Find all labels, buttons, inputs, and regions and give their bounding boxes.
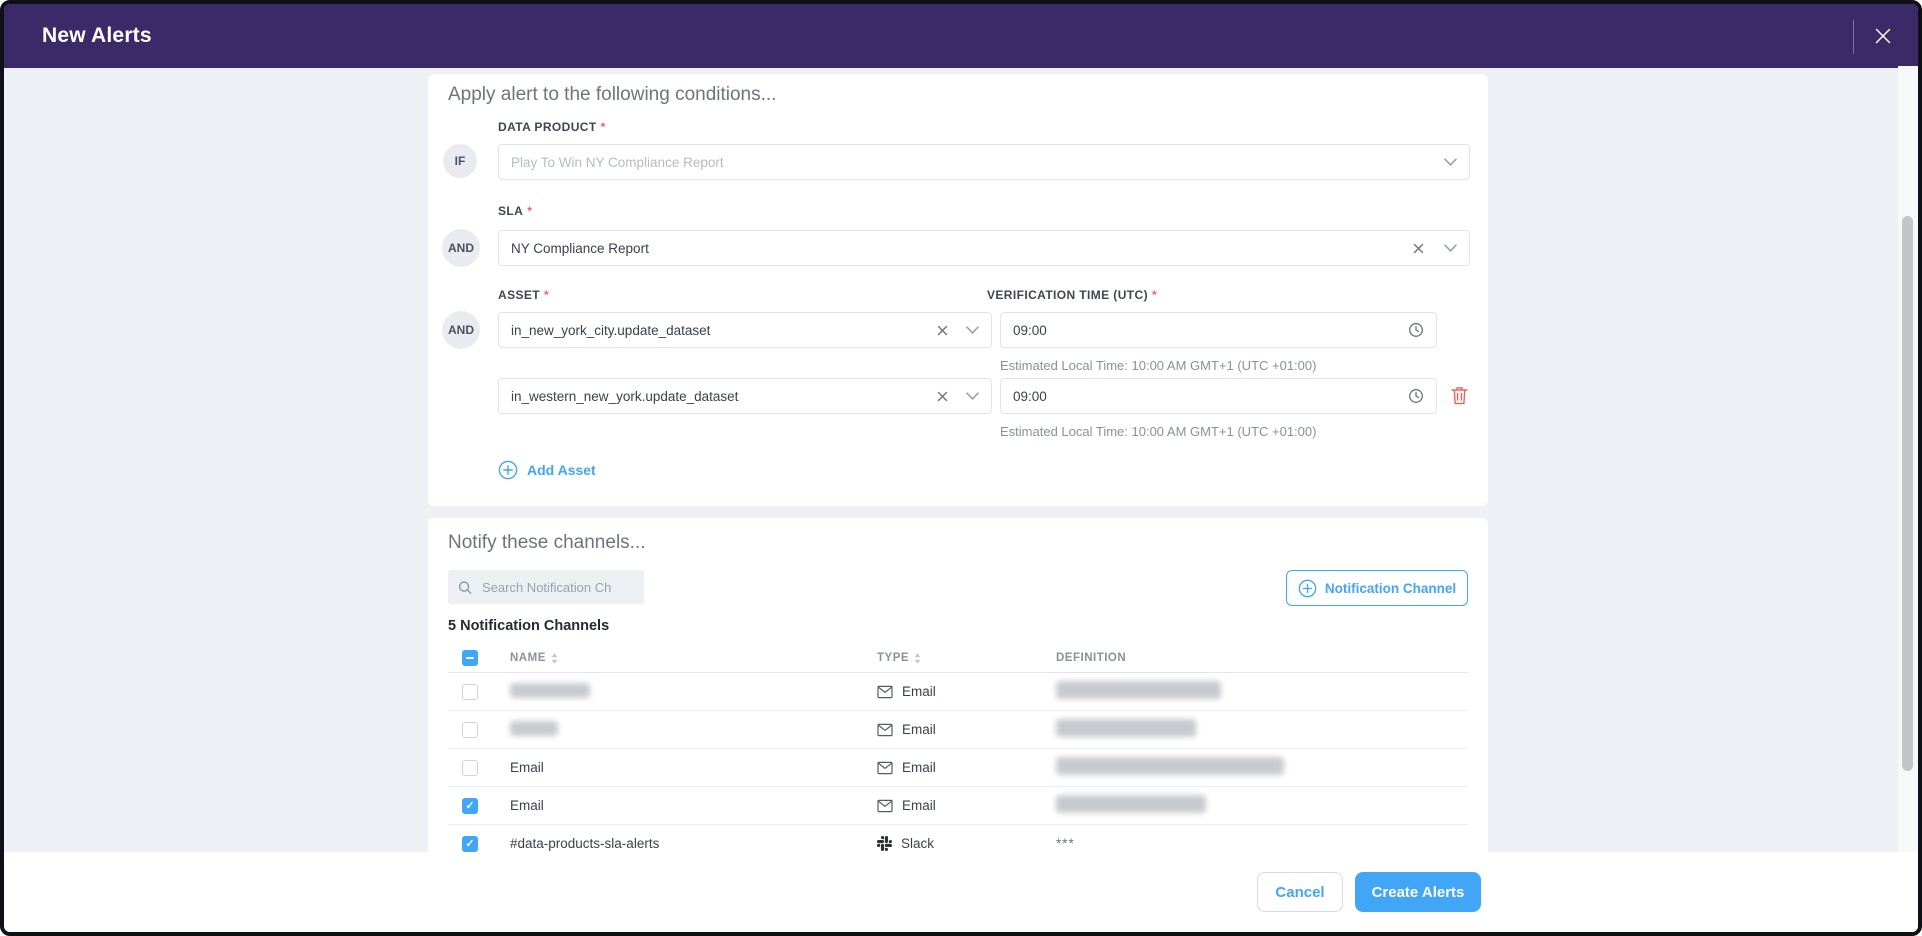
verification-time-label: VERIFICATION TIME (UTC)* bbox=[987, 288, 1157, 302]
column-header-definition: DEFINITION bbox=[1056, 652, 1468, 664]
and-connector-badge: AND bbox=[442, 311, 480, 349]
required-asterisk: * bbox=[601, 120, 606, 134]
create-alerts-button[interactable]: Create Alerts bbox=[1355, 872, 1481, 912]
new-alerts-modal: New Alerts Apply alert to the following … bbox=[0, 0, 1922, 936]
verification-time-input[interactable]: 09:00 bbox=[1000, 312, 1437, 348]
asset-label: ASSET* bbox=[498, 288, 549, 302]
sla-value: NY Compliance Report bbox=[511, 241, 1399, 256]
redacted-definition bbox=[1056, 681, 1221, 699]
and-connector-badge: AND bbox=[442, 229, 480, 267]
cancel-button[interactable]: Cancel bbox=[1257, 872, 1343, 912]
clear-icon[interactable] bbox=[937, 325, 948, 336]
search-input[interactable] bbox=[480, 579, 634, 596]
channels-table: NAME TYPE DEFINITION bbox=[448, 644, 1468, 863]
conditions-card: Apply alert to the following conditions.… bbox=[428, 74, 1488, 506]
sort-icon bbox=[551, 653, 558, 664]
required-asterisk: * bbox=[527, 204, 532, 218]
data-product-label: DATA PRODUCT* bbox=[498, 120, 606, 134]
asset-value: in_new_york_city.update_dataset bbox=[511, 323, 923, 338]
delete-asset-button[interactable] bbox=[1450, 385, 1469, 409]
search-icon bbox=[458, 580, 472, 595]
table-row[interactable]: Email bbox=[448, 673, 1468, 711]
plus-circle-icon bbox=[498, 460, 518, 480]
if-connector-badge: IF bbox=[443, 144, 477, 178]
clock-icon[interactable] bbox=[1408, 388, 1424, 404]
table-row[interactable]: Email bbox=[448, 711, 1468, 749]
redacted-name bbox=[510, 721, 558, 736]
chevron-down-icon[interactable] bbox=[966, 326, 979, 334]
add-asset-label: Add Asset bbox=[527, 462, 596, 478]
asset-select[interactable]: in_western_new_york.update_dataset bbox=[498, 378, 992, 414]
table-row[interactable]: Email Email bbox=[448, 787, 1468, 825]
table-header-row: NAME TYPE DEFINITION bbox=[448, 644, 1468, 673]
asset-value: in_western_new_york.update_dataset bbox=[511, 389, 923, 404]
modal-header: New Alerts bbox=[4, 4, 1918, 68]
select-all-checkbox[interactable] bbox=[462, 650, 478, 666]
row-checkbox[interactable] bbox=[462, 684, 478, 700]
email-icon bbox=[877, 723, 893, 737]
close-button[interactable] bbox=[1866, 19, 1900, 53]
redacted-definition bbox=[1056, 757, 1284, 775]
time-value: 09:00 bbox=[1013, 389, 1394, 404]
add-asset-button[interactable]: Add Asset bbox=[498, 460, 596, 480]
column-header-name[interactable]: NAME bbox=[510, 652, 877, 664]
clear-icon[interactable] bbox=[937, 391, 948, 402]
column-header-type[interactable]: TYPE bbox=[877, 652, 1056, 664]
required-asterisk: * bbox=[544, 288, 549, 302]
chevron-down-icon[interactable] bbox=[1444, 158, 1457, 166]
chevron-down-icon[interactable] bbox=[966, 392, 979, 400]
verification-time-input[interactable]: 09:00 bbox=[1000, 378, 1437, 414]
required-asterisk: * bbox=[1152, 288, 1157, 302]
header-divider bbox=[1853, 20, 1854, 54]
data-product-select[interactable]: Play To Win NY Compliance Report bbox=[498, 144, 1470, 180]
clock-icon[interactable] bbox=[1408, 322, 1424, 338]
time-value: 09:00 bbox=[1013, 323, 1394, 338]
conditions-section-title: Apply alert to the following conditions.… bbox=[448, 84, 776, 106]
sla-label: SLA* bbox=[498, 204, 532, 218]
email-icon bbox=[877, 685, 893, 699]
table-row[interactable]: Email Email bbox=[448, 749, 1468, 787]
email-icon bbox=[877, 799, 893, 813]
asset-select[interactable]: in_new_york_city.update_dataset bbox=[498, 312, 992, 348]
sla-select[interactable]: NY Compliance Report bbox=[498, 230, 1470, 266]
scrollbar-thumb[interactable] bbox=[1902, 216, 1913, 771]
redacted-definition bbox=[1056, 719, 1196, 737]
channels-card: Notify these channels... Notification Ch… bbox=[428, 518, 1488, 856]
row-checkbox[interactable] bbox=[462, 836, 478, 852]
add-notification-channel-button[interactable]: Notification Channel bbox=[1286, 570, 1468, 606]
row-checkbox[interactable] bbox=[462, 722, 478, 738]
clear-icon[interactable] bbox=[1413, 243, 1424, 254]
plus-circle-icon bbox=[1298, 579, 1317, 598]
email-icon bbox=[877, 761, 893, 775]
sort-icon bbox=[914, 653, 921, 664]
chevron-down-icon[interactable] bbox=[1444, 244, 1457, 252]
estimated-local-time: Estimated Local Time: 10:00 AM GMT+1 (UT… bbox=[1000, 358, 1316, 373]
data-product-value: Play To Win NY Compliance Report bbox=[511, 155, 1430, 170]
redacted-name bbox=[510, 683, 590, 698]
scrollbar-track[interactable] bbox=[1898, 66, 1918, 856]
slack-icon bbox=[877, 836, 892, 851]
row-checkbox[interactable] bbox=[462, 798, 478, 814]
trash-icon bbox=[1450, 385, 1469, 406]
close-icon bbox=[1874, 27, 1892, 45]
channels-section-title: Notify these channels... bbox=[448, 532, 646, 554]
row-checkbox[interactable] bbox=[462, 760, 478, 776]
redacted-definition bbox=[1056, 795, 1206, 813]
page-title: New Alerts bbox=[42, 24, 152, 48]
channel-count: 5 Notification Channels bbox=[448, 618, 609, 634]
add-notification-channel-label: Notification Channel bbox=[1325, 581, 1456, 596]
estimated-local-time: Estimated Local Time: 10:00 AM GMT+1 (UT… bbox=[1000, 424, 1316, 439]
search-input-wrap bbox=[448, 570, 644, 604]
modal-footer: Cancel Create Alerts bbox=[4, 852, 1918, 932]
